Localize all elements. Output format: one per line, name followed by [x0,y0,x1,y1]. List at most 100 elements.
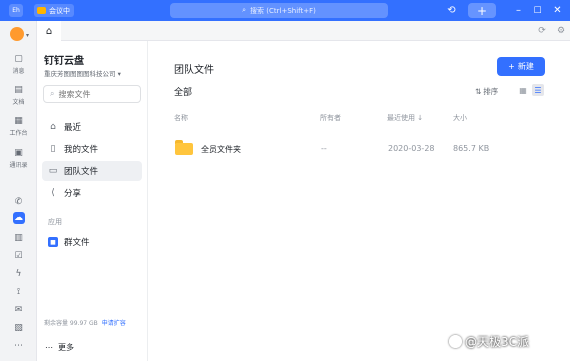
folder-icon [175,140,193,155]
rail-item-note[interactable]: ▧ [0,322,37,334]
title-bar: Eh 会议中 ⌕ 搜索 (Ctrl+Shift+F) ⟲ + – ☐ ✕ [0,0,570,21]
watermark-text: @天极3C派 [465,335,530,349]
column-header-owner: 所有者 [320,114,341,122]
cloud-icon: ☁ [12,212,25,224]
calendar-icon: ▥ [14,233,23,243]
sidebar-item-my-files[interactable]: ▯ 我的文件 [42,139,142,159]
maximize-icon[interactable]: ☐ [530,3,545,18]
rail-item-share[interactable]: ⟟ [0,286,37,298]
more-icon: ⋯ [14,341,23,351]
camera-icon [37,7,46,14]
sidebar-item-share[interactable]: ⟨ 分享 [42,183,142,203]
file-search-input[interactable] [58,89,129,99]
home-icon: ⌂ [50,122,56,132]
left-rail: ▾ ▢ 消息 ▤ 文档 ▦ 工作台 ▣ 通讯录 ✆ ☁ ▥ ☑ ϟ ⟟ ✉ ▧ … [0,21,37,361]
storage-text: 剩余容量 99.97 GB [44,320,98,327]
column-header-modified-label: 最近使用 [387,114,415,122]
avatar[interactable]: Eh [9,4,23,17]
column-header-size: 大小 [453,114,467,122]
apps-section-label: 应用 [48,218,62,226]
plus-icon[interactable]: + [468,3,496,18]
rail-item-flash[interactable]: ϟ [0,268,37,280]
expand-storage-link[interactable]: 申请扩容 [102,320,126,327]
sidebar-item-recent[interactable]: ⌂ 最近 [42,117,142,137]
workbench-icon: ▦ [14,116,23,126]
chevron-down-icon: ▾ [117,70,121,78]
rail-item-phone[interactable]: ✆ [0,196,37,208]
sidebar-item-group-files[interactable]: ■ 群文件 [42,233,142,251]
org-selector[interactable]: 重庆芳图图图图科技公司 ▾ [44,68,121,78]
rail-item-mail[interactable]: ✉ [0,304,37,316]
rail-item-more[interactable]: ⋯ [0,340,37,352]
rail-item-calendar[interactable]: ▥ [0,232,37,244]
more-label: 更多 [58,343,74,352]
home-icon: ⌂ [45,25,53,37]
phone-icon: ✆ [14,197,23,207]
team-file-icon: ▭ [48,166,58,176]
file-search-box[interactable]: ⌕ [43,85,141,103]
history-icon[interactable]: ⟲ [444,3,459,18]
rail-item-docs[interactable]: ▤ 文档 [0,84,37,106]
watermark-logo-icon [449,335,462,348]
more-icon: ⋯ [45,343,53,352]
search-icon: ⌕ [50,89,55,98]
arrow-down-icon: ↓ [417,114,424,122]
rail-label: 通讯录 [9,162,28,169]
meeting-status-button[interactable]: 会议中 [34,4,74,17]
drive-title: 钉钉云盘 [44,56,84,67]
rail-item-todo[interactable]: ☑ [0,250,37,262]
chevron-down-icon: ▾ [26,32,30,39]
sort-icon: ⇅ [475,87,482,96]
file-name[interactable]: 全员文件夹 [201,144,241,155]
cloud-drive-sidebar: 钉钉云盘 重庆芳图图图图科技公司 ▾ ⌕ ⌂ 最近 ▯ 我的文件 ▭ 团队文件 … [37,41,148,361]
close-icon[interactable]: ✕ [550,3,565,18]
column-header-name[interactable]: 名称 [174,113,188,123]
contacts-icon: ▣ [14,148,23,158]
global-search-box[interactable]: ⌕ 搜索 (Ctrl+Shift+F) [170,3,388,18]
flash-icon: ϟ [15,269,22,279]
share-icon: ⟟ [16,287,21,297]
file-icon: ▯ [50,144,56,154]
sidebar-item-label: 我的文件 [64,145,99,155]
file-size: 865.7 KB [453,144,490,153]
share-icon: ⟨ [51,188,55,198]
settings-icon[interactable]: ⚙ [555,25,567,37]
message-icon: ▢ [14,54,23,64]
rail-item-workbench[interactable]: ▦ 工作台 [0,115,37,137]
file-owner: -- [321,144,327,153]
sidebar-item-team-files[interactable]: ▭ 团队文件 [42,161,142,181]
more-button[interactable]: ⋯ 更多 [45,342,74,353]
main-panel: 团队文件 + 新建 全部 ⇅ 排序 ▦ ☰ 名称 所有者 最近使用 ↓ 大小 全… [149,41,570,361]
plus-icon: + [508,62,515,71]
sort-label: 排序 [483,87,499,96]
file-modified: 2020-03-28 [388,144,435,153]
breadcrumb[interactable]: 全部 [174,85,192,98]
page-title: 团队文件 [174,65,214,76]
rail-item-cloud[interactable]: ☁ [0,212,37,224]
document-icon: ▤ [14,85,23,95]
global-search-placeholder: 搜索 (Ctrl+Shift+F) [250,6,316,15]
sidebar-item-label: 最近 [64,123,82,133]
storage-info: 剩余容量 99.97 GB 申请扩容 [44,318,126,327]
sort-button[interactable]: ⇅ 排序 [475,86,498,97]
rail-item-contacts[interactable]: ▣ 通讯录 [0,147,37,169]
watermark: @天极3C派 [449,333,529,350]
sidebar-item-label: 群文件 [64,238,90,248]
tab-strip: ⌂ ⟳ ⚙ [37,21,570,41]
search-icon: ⌕ [242,6,247,14]
column-header-modified[interactable]: 最近使用 ↓ [387,113,423,123]
note-icon: ▧ [14,323,23,333]
list-view-icon[interactable]: ☰ [532,84,544,96]
group-folder-icon: ■ [48,237,58,247]
new-button[interactable]: + 新建 [497,57,545,76]
grid-view-icon[interactable]: ▦ [517,84,529,96]
todo-icon: ☑ [14,251,23,261]
home-tab[interactable]: ⌂ [37,21,61,41]
user-avatar[interactable] [10,27,24,41]
table-row[interactable]: 全员文件夹 -- 2020-03-28 865.7 KB [169,133,549,163]
minimize-icon[interactable]: – [511,3,526,18]
new-button-label: 新建 [517,62,534,71]
rail-label: 文档 [12,99,25,106]
rail-item-messages[interactable]: ▢ 消息 [0,53,37,75]
refresh-icon[interactable]: ⟳ [536,25,548,37]
